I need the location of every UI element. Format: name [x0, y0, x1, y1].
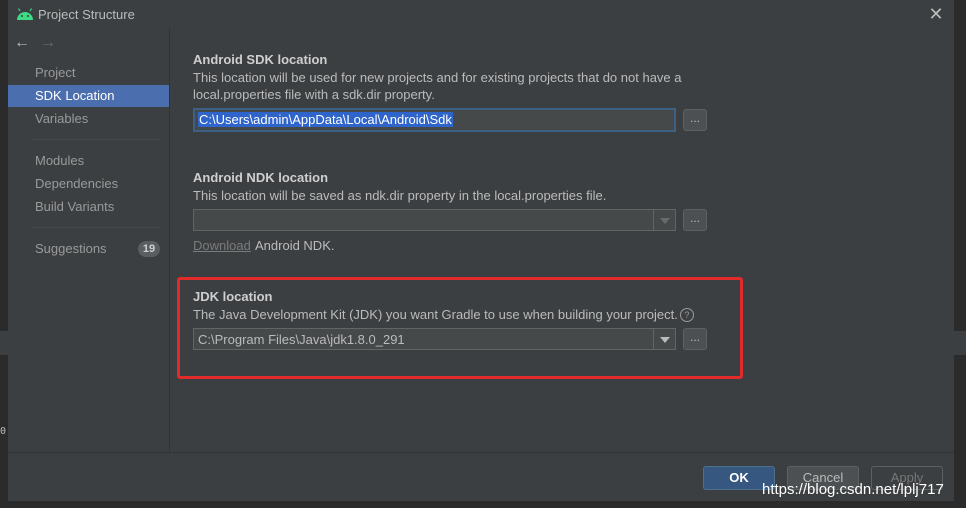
project-structure-dialog: Project Structure ✕ ← → Project SDK Loca… [8, 0, 954, 501]
ndk-dropdown-button[interactable] [653, 210, 675, 230]
ndk-section-title: Android NDK location [193, 170, 329, 185]
sidebar-item-build-variants[interactable]: Build Variants [8, 196, 169, 218]
sidebar-item-dependencies[interactable]: Dependencies [8, 173, 169, 195]
sidebar-item-modules[interactable]: Modules [8, 150, 169, 172]
ide-toolbar-remnant-right [954, 331, 966, 355]
sdk-path-input[interactable]: C:\Users\admin\AppData\Local\Android\Sdk [193, 108, 676, 132]
window-title: Project Structure [38, 7, 135, 22]
title-bar: Project Structure ✕ [8, 0, 954, 28]
suggestions-count-badge: 19 [138, 241, 160, 257]
android-icon [17, 8, 33, 20]
sidebar: ← → Project SDK Location Variables Modul… [8, 28, 170, 452]
sidebar-divider [32, 139, 160, 140]
forward-arrow-icon[interactable]: → [40, 34, 56, 52]
jdk-highlight-annotation [177, 277, 743, 379]
ndk-path-dropdown[interactable] [193, 209, 676, 231]
close-icon[interactable]: ✕ [926, 4, 946, 24]
sdk-location-panel: Android SDK location This location will … [170, 28, 954, 452]
chevron-down-icon [660, 218, 670, 224]
back-arrow-icon[interactable]: ← [14, 34, 30, 52]
ndk-description: This location will be saved as ndk.dir p… [193, 188, 607, 203]
sdk-description-line2: local.properties file with a sdk.dir pro… [193, 87, 435, 102]
sidebar-item-sdk-location[interactable]: SDK Location [8, 85, 169, 107]
sdk-browse-button[interactable]: ... [683, 109, 707, 131]
sidebar-item-suggestions[interactable]: Suggestions 19 [8, 238, 169, 260]
sdk-description-line1: This location will be used for new proje… [193, 70, 682, 85]
sdk-path-value: C:\Users\admin\AppData\Local\Android\Sdk [198, 112, 453, 127]
download-ndk-suffix: Android NDK. [255, 238, 335, 253]
download-ndk-link[interactable]: Download [193, 238, 251, 253]
sidebar-item-label: Suggestions [35, 241, 107, 256]
sidebar-item-project[interactable]: Project [8, 62, 169, 84]
watermark-text: https://blog.csdn.net/lplj717 [762, 481, 944, 498]
sidebar-item-variables[interactable]: Variables [8, 108, 169, 130]
sidebar-divider [32, 227, 160, 228]
ndk-browse-button[interactable]: ... [683, 209, 707, 231]
sdk-section-title: Android SDK location [193, 52, 328, 67]
ide-toolbar-remnant [0, 331, 8, 355]
